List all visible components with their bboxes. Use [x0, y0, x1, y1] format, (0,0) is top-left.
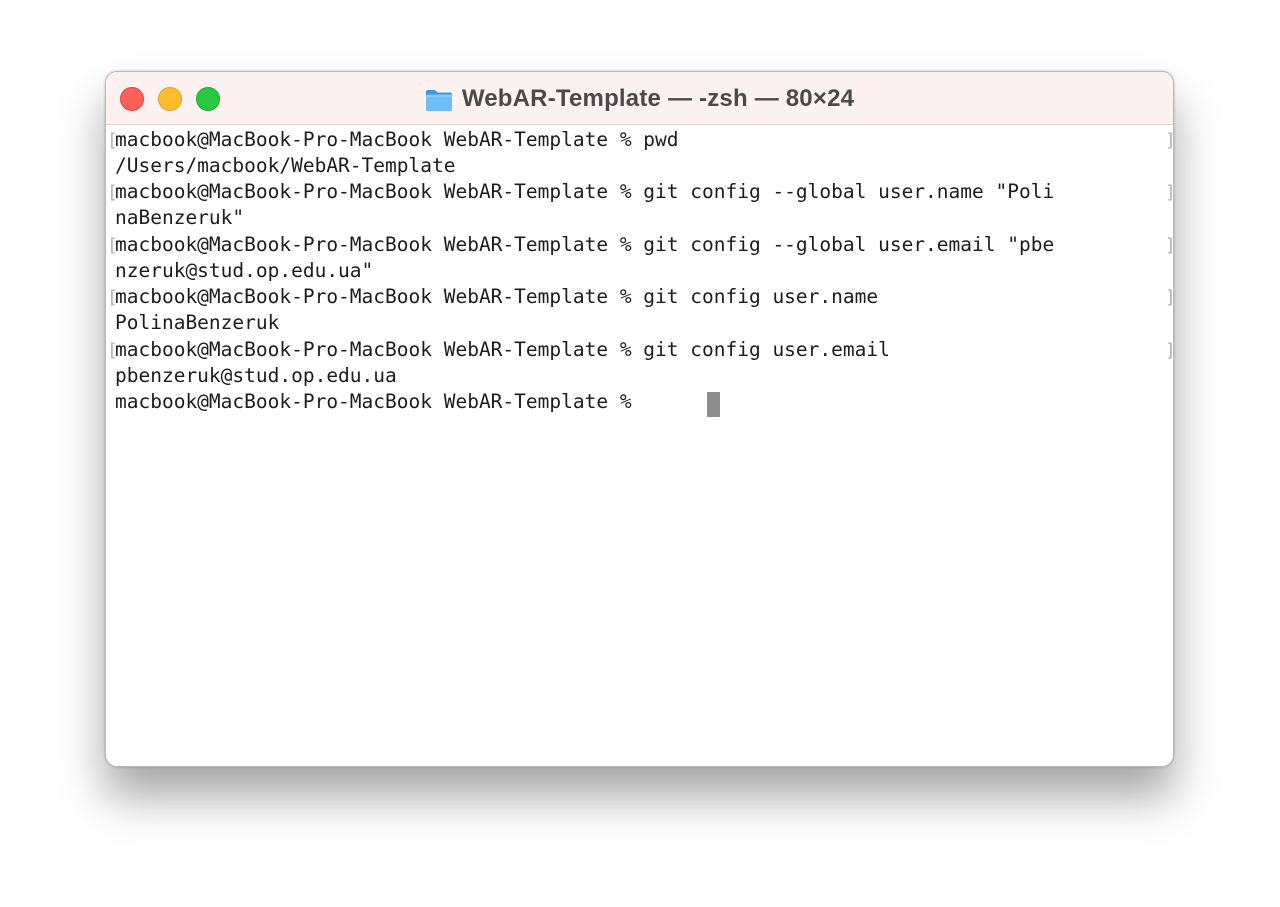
line-bracket-left: [: [107, 182, 118, 203]
terminal-line: macbook@MacBook-Pro-MacBook WebAR-Templa…: [115, 128, 679, 151]
window-title: WebAR-Template — -zsh — 80×24: [461, 84, 855, 112]
line-bracket-right: ]: [1165, 182, 1173, 204]
window-title-group: WebAR-Template — -zsh — 80×24: [106, 72, 1173, 125]
line-bracket-left: [: [107, 340, 118, 361]
line-bracket-right: ]: [1165, 340, 1173, 362]
terminal-content[interactable]: [ [ [ [ [ ] ] ] ] ] macbook@MacBook-Pro-…: [106, 125, 1173, 766]
line-bracket-left: [: [107, 130, 118, 151]
terminal-line: nzeruk@stud.op.edu.ua": [115, 259, 374, 282]
terminal-line: macbook@MacBook-Pro-MacBook WebAR-Templa…: [115, 233, 1055, 256]
terminal-line: macbook@MacBook-Pro-MacBook WebAR-Templa…: [115, 338, 890, 361]
line-bracket-left: [: [107, 287, 118, 308]
folder-icon: [425, 89, 452, 111]
title-bar[interactable]: WebAR-Template — -zsh — 80×24: [106, 72, 1173, 125]
line-bracket-right: ]: [1165, 235, 1173, 257]
line-bracket-left: [: [107, 235, 118, 256]
line-bracket-right: ]: [1165, 130, 1173, 152]
line-bracket-right: ]: [1165, 287, 1173, 309]
terminal-line: /Users/macbook/WebAR-Template: [115, 154, 456, 177]
text-cursor: [707, 392, 720, 417]
terminal-prompt-line: macbook@MacBook-Pro-MacBook WebAR-Templa…: [115, 390, 644, 413]
terminal-window: WebAR-Template — -zsh — 80×24 [ [ [ [ [ …: [105, 71, 1174, 767]
terminal-line: pbenzeruk@stud.op.edu.ua: [115, 364, 397, 387]
terminal-line: PolinaBenzeruk: [115, 311, 280, 334]
terminal-line: naBenzeruk": [115, 206, 245, 229]
terminal-line: macbook@MacBook-Pro-MacBook WebAR-Templa…: [115, 180, 1055, 203]
terminal-line: macbook@MacBook-Pro-MacBook WebAR-Templa…: [115, 285, 879, 308]
